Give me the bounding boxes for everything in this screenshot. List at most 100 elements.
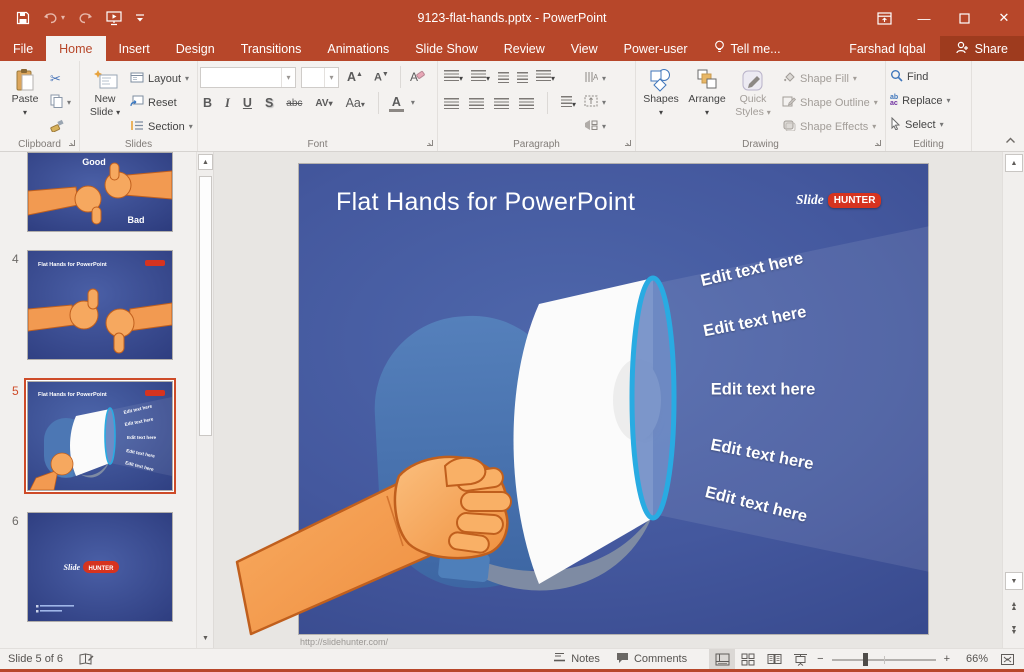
underline-button[interactable]: U <box>240 96 255 110</box>
repeat-icon[interactable] <box>78 12 93 25</box>
tab-insert[interactable]: Insert <box>106 36 163 61</box>
proofing-icon[interactable] <box>71 649 102 669</box>
format-painter-button[interactable] <box>48 116 73 137</box>
slideshow-view-button[interactable] <box>787 649 813 669</box>
fit-slide-to-window-button[interactable] <box>994 649 1020 669</box>
minimize-button[interactable]: — <box>904 3 944 33</box>
shape-effects-button[interactable]: Shape Effects▾ <box>780 116 880 137</box>
clipboard-dialog-launcher[interactable] <box>68 139 77 148</box>
cut-button[interactable]: ✂ <box>48 68 73 89</box>
character-spacing-button[interactable]: AV▾ <box>312 98 335 109</box>
start-slideshow-icon[interactable] <box>106 11 122 26</box>
tab-view[interactable]: View <box>558 36 611 61</box>
find-button[interactable]: Find <box>888 66 953 87</box>
share-button[interactable]: Share <box>940 36 1024 61</box>
shape-fill-button[interactable]: Shape Fill▾ <box>780 68 880 89</box>
grow-font-button[interactable]: A▲ <box>344 70 366 84</box>
save-icon[interactable] <box>16 11 30 25</box>
scroll-up-icon[interactable]: ▲ <box>1005 154 1023 172</box>
layout-button[interactable]: Layout▾ <box>128 68 195 89</box>
decrease-indent-button[interactable] <box>498 72 509 83</box>
thumbnail-scroll-down-icon[interactable]: ▼ <box>198 630 213 646</box>
notes-button[interactable]: Notes <box>545 649 608 669</box>
paragraph-dialog-launcher[interactable] <box>624 139 633 148</box>
font-name-combobox[interactable]: ▾ <box>200 67 296 88</box>
zoom-level[interactable]: 66% <box>954 653 988 665</box>
main-scrollbar[interactable]: ▲ ▼ ▲▲ ▼▼ <box>1002 152 1024 648</box>
undo-icon[interactable]: ▾ <box>43 12 65 25</box>
tab-design[interactable]: Design <box>163 36 228 61</box>
copy-button[interactable]: ▾ <box>48 92 73 113</box>
new-slide-button[interactable]: New Slide ▾ <box>82 64 128 118</box>
line-spacing-button[interactable]: ▾ <box>536 70 555 84</box>
tab-power-user[interactable]: Power-user <box>611 36 701 61</box>
arrange-button[interactable]: Arrange▾ <box>684 64 730 118</box>
thumbnail-slide-5-selected[interactable]: Flat Hands for PowerPoint Edit text here… <box>24 378 176 494</box>
bullets-button[interactable]: ▾ <box>444 70 463 84</box>
slide-indicator[interactable]: Slide 5 of 6 <box>0 649 71 669</box>
font-dialog-launcher[interactable] <box>426 139 435 148</box>
slide-sorter-view-button[interactable] <box>735 649 761 669</box>
normal-view-button[interactable] <box>709 649 735 669</box>
edit-text-placeholder-3[interactable]: Edit text here <box>711 381 816 400</box>
tab-file[interactable]: File <box>0 36 46 61</box>
slide-editing-area[interactable]: Flat Hands for PowerPoint Slide HUNTER E… <box>298 163 929 635</box>
scroll-down-icon[interactable]: ▼ <box>1005 572 1023 590</box>
paste-button[interactable]: Paste▾ <box>2 64 48 118</box>
slide-title-textbox[interactable]: Flat Hands for PowerPoint <box>336 188 635 217</box>
thumbnail-slide-6[interactable]: Slide HUNTER <box>27 512 173 622</box>
thumbnail-scrollbar[interactable]: ▲ ▼ <box>196 152 213 648</box>
thumbnail-scrollbar-thumb[interactable] <box>199 176 212 436</box>
shapes-button[interactable]: Shapes▾ <box>638 64 684 118</box>
tab-animations[interactable]: Animations <box>314 36 402 61</box>
zoom-in-button[interactable]: + <box>940 649 954 669</box>
align-center-button[interactable] <box>469 98 484 109</box>
thumbnail-slide-4[interactable]: Flat Hands for PowerPoint <box>27 250 173 360</box>
thumbnail-slide-3[interactable]: Good Bad <box>27 152 173 232</box>
numbering-button[interactable]: ▾ <box>471 70 490 84</box>
tab-review[interactable]: Review <box>491 36 558 61</box>
collapse-ribbon-button[interactable] <box>1005 135 1016 147</box>
tab-slideshow[interactable]: Slide Show <box>402 36 491 61</box>
tab-transitions[interactable]: Transitions <box>228 36 315 61</box>
font-size-combobox[interactable]: ▾ <box>301 67 339 88</box>
tab-home[interactable]: Home <box>46 36 105 61</box>
text-direction-button[interactable]: A▾ <box>582 68 608 89</box>
previous-slide-button[interactable]: ▲▲ <box>1005 598 1023 616</box>
zoom-slider-thumb[interactable] <box>863 653 868 666</box>
ribbon-display-options-icon[interactable] <box>864 3 904 33</box>
font-color-button[interactable]: A <box>389 95 404 112</box>
customize-qat-icon[interactable] <box>135 12 145 24</box>
shape-outline-button[interactable]: Shape Outline▾ <box>780 92 880 113</box>
strikethrough-button[interactable]: abc <box>283 98 305 109</box>
account-name[interactable]: Farshad Iqbal <box>835 36 939 61</box>
close-button[interactable]: ✕ <box>984 3 1024 33</box>
align-right-button[interactable] <box>494 98 509 109</box>
reading-view-button[interactable] <box>761 649 787 669</box>
tell-me-box[interactable]: Tell me... <box>701 36 794 61</box>
next-slide-button[interactable]: ▼▼ <box>1005 622 1023 640</box>
text-shadow-button[interactable]: S <box>262 96 276 110</box>
drawing-dialog-launcher[interactable] <box>874 139 883 148</box>
convert-smartart-button[interactable]: ▾ <box>582 116 608 137</box>
italic-button[interactable]: I <box>222 96 233 111</box>
replace-button[interactable]: abac Replace▾ <box>888 90 953 111</box>
zoom-out-button[interactable]: − <box>813 649 827 669</box>
shrink-font-button[interactable]: A▼ <box>371 71 392 84</box>
justify-button[interactable] <box>519 98 534 109</box>
columns-button[interactable]: ▾ <box>561 96 576 110</box>
change-case-button[interactable]: Aa▾ <box>343 96 368 110</box>
align-left-button[interactable] <box>444 98 459 109</box>
bold-button[interactable]: B <box>200 96 215 110</box>
clear-formatting-button[interactable]: A <box>409 69 425 86</box>
zoom-slider[interactable] <box>832 649 936 669</box>
increase-indent-button[interactable] <box>517 72 528 83</box>
comments-button[interactable]: Comments <box>608 649 695 669</box>
maximize-button[interactable] <box>944 3 984 33</box>
thumbnail-scroll-up-icon[interactable]: ▲ <box>198 154 213 170</box>
section-button[interactable]: Section▾ <box>128 116 195 137</box>
quick-styles-button[interactable]: Quick Styles ▾ <box>730 64 776 118</box>
select-button[interactable]: Select▾ <box>888 114 953 135</box>
align-text-button[interactable]: ▾ <box>582 92 608 113</box>
reset-button[interactable]: Reset <box>128 92 195 113</box>
